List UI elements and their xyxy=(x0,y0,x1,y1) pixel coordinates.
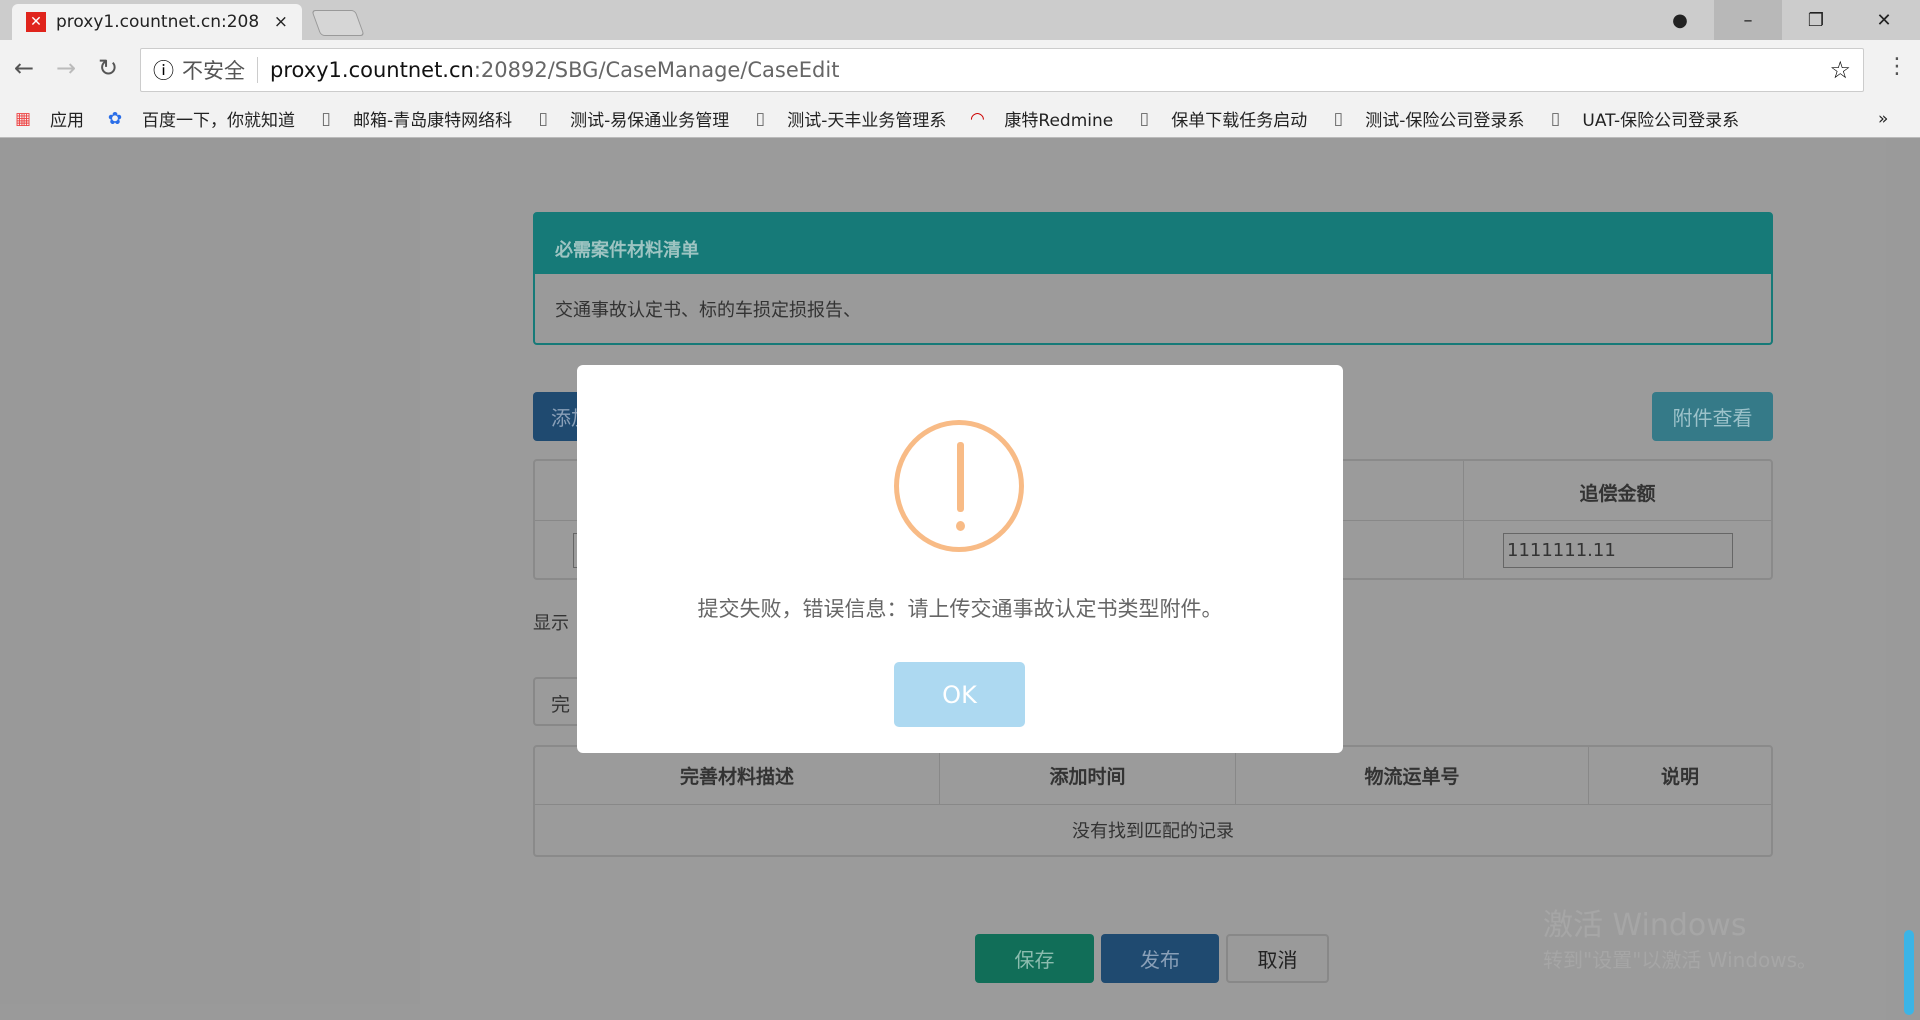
bookmarks-more[interactable]: » xyxy=(1878,109,1888,129)
bookmark-label: 康特Redmine xyxy=(1004,111,1114,131)
cancel-button[interactable]: 取消 xyxy=(1226,934,1329,983)
back-icon[interactable]: ← xyxy=(14,54,34,82)
scroll-indicator xyxy=(1904,930,1914,1015)
minimize-button[interactable]: – xyxy=(1714,0,1782,40)
info-icon[interactable]: ⓘ xyxy=(153,55,174,85)
apps-icon: ▦ xyxy=(14,108,32,129)
column-header: 完善材料描述 xyxy=(535,747,940,804)
view-attachments-button[interactable]: 附件查看 xyxy=(1652,392,1773,441)
baidu-icon: ✿ xyxy=(107,108,123,129)
bookmark-label: 应用 xyxy=(50,111,84,131)
bookmark-label: 测试-保险公司登录系 xyxy=(1365,111,1525,131)
bookmark-item[interactable]: ◠ 康特Redmine xyxy=(968,106,1114,132)
activation-watermark-title: 激活 Windows xyxy=(1543,908,1747,943)
panel-body: 交通事故认定书、标的车损定损报告、 xyxy=(555,300,861,321)
error-message: 提交失败，错误信息：请上传交通事故认定书类型附件。 xyxy=(697,597,1223,621)
profile-icon[interactable]: ● xyxy=(1646,0,1714,40)
bookmarks-bar: ▦ 应用 ✿ 百度一下，你就知道 ▯ 邮箱-青岛康特网络科 ▯ 测试-易保通业务管理 ▯… xyxy=(0,100,1920,138)
column-header: 添加时间 xyxy=(940,747,1236,804)
close-window-button[interactable]: ✕ xyxy=(1850,0,1918,40)
menu-icon[interactable]: ⋮ xyxy=(1886,54,1908,79)
page-icon: ▯ xyxy=(321,108,331,129)
activation-watermark-text: 转到"设置"以激活 Windows。 xyxy=(1543,948,1818,972)
show-label: 显示 xyxy=(533,613,569,634)
save-button[interactable]: 保存 xyxy=(975,934,1094,983)
new-tab-button[interactable] xyxy=(311,10,365,36)
column-header: 物流运单号 xyxy=(1236,747,1589,804)
bookmark-apps[interactable]: ▦ 应用 xyxy=(14,106,84,132)
page-icon: ▯ xyxy=(1333,108,1343,129)
star-icon[interactable]: ☆ xyxy=(1829,56,1851,84)
reload-icon[interactable]: ↻ xyxy=(98,54,118,82)
favicon-icon: ✕ xyxy=(26,12,46,32)
tab-close-icon[interactable]: × xyxy=(274,12,288,32)
page-icon: ▯ xyxy=(538,108,548,129)
browser-tab[interactable]: ✕ proxy1.countnet.cn:208 × xyxy=(12,4,302,40)
bookmark-label: 测试-天丰业务管理系 xyxy=(787,111,947,131)
warning-icon-bar xyxy=(957,442,964,512)
bookmark-item[interactable]: ▯ 测试-保险公司登录系 xyxy=(1329,106,1525,132)
bookmark-item[interactable]: ▯ 保单下载任务启动 xyxy=(1135,106,1308,132)
url-path: :20892/SBG/CaseManage/CaseEdit xyxy=(473,58,840,82)
panel-title: 必需案件材料清单 xyxy=(535,214,1771,274)
warning-icon-dot xyxy=(956,521,965,531)
column-header: 说明 xyxy=(1660,766,1699,788)
bookmark-label: 邮箱-青岛康特网络科 xyxy=(353,111,513,131)
ok-button[interactable]: OK xyxy=(894,662,1025,727)
column-header-amount: 追偿金额 xyxy=(1579,483,1656,505)
restore-button[interactable]: ❐ xyxy=(1782,0,1850,40)
bookmark-label: UAT-保险公司登录系 xyxy=(1582,111,1740,131)
materials-table: 完善材料描述 添加时间 物流运单号 说明 没有找到匹配的记录 xyxy=(533,745,1773,857)
bookmark-label: 测试-易保通业务管理 xyxy=(570,111,730,131)
page-icon: ▯ xyxy=(1550,108,1561,129)
bookmark-item[interactable]: ▯ 测试-易保通业务管理 xyxy=(534,106,730,132)
bookmark-item[interactable]: ✿ 百度一下，你就知道 xyxy=(106,106,295,132)
page-icon: ▯ xyxy=(755,108,765,129)
table-header: 完善材料描述 添加时间 物流运单号 说明 xyxy=(535,747,1771,805)
amount-input[interactable]: 1111111.11 xyxy=(1503,533,1733,568)
warning-icon xyxy=(894,420,1024,552)
security-label[interactable]: 不安全 xyxy=(182,55,245,85)
bookmark-item[interactable]: ▯ 邮箱-青岛康特网络科 xyxy=(317,106,513,132)
bookmark-label: 百度一下，你就知道 xyxy=(142,111,295,131)
empty-message: 没有找到匹配的记录 xyxy=(1072,821,1234,842)
forward-icon[interactable]: → xyxy=(56,54,76,82)
bookmark-item[interactable]: ▯ UAT-保险公司登录系 xyxy=(1546,106,1740,132)
page-icon: ▯ xyxy=(1139,108,1149,129)
bookmark-item[interactable]: ▯ 测试-天丰业务管理系 xyxy=(751,106,947,132)
divider xyxy=(257,57,258,83)
required-materials-panel: 必需案件材料清单 交通事故认定书、标的车损定损报告、 xyxy=(533,212,1773,345)
sidebar xyxy=(0,138,420,1004)
publish-button[interactable]: 发布 xyxy=(1101,934,1219,983)
tab-title: proxy1.countnet.cn:208 xyxy=(56,12,260,32)
redmine-icon: ◠ xyxy=(970,108,985,129)
bookmark-label: 保单下载任务启动 xyxy=(1171,111,1308,131)
scrollbar[interactable] xyxy=(1886,138,1920,1020)
url-host: proxy1.countnet.cn xyxy=(270,58,474,82)
error-dialog: 提交失败，错误信息：请上传交通事故认定书类型附件。 OK xyxy=(577,365,1343,753)
address-bar[interactable]: ⓘ 不安全 proxy1.countnet.cn :20892/SBG/Case… xyxy=(140,48,1864,92)
